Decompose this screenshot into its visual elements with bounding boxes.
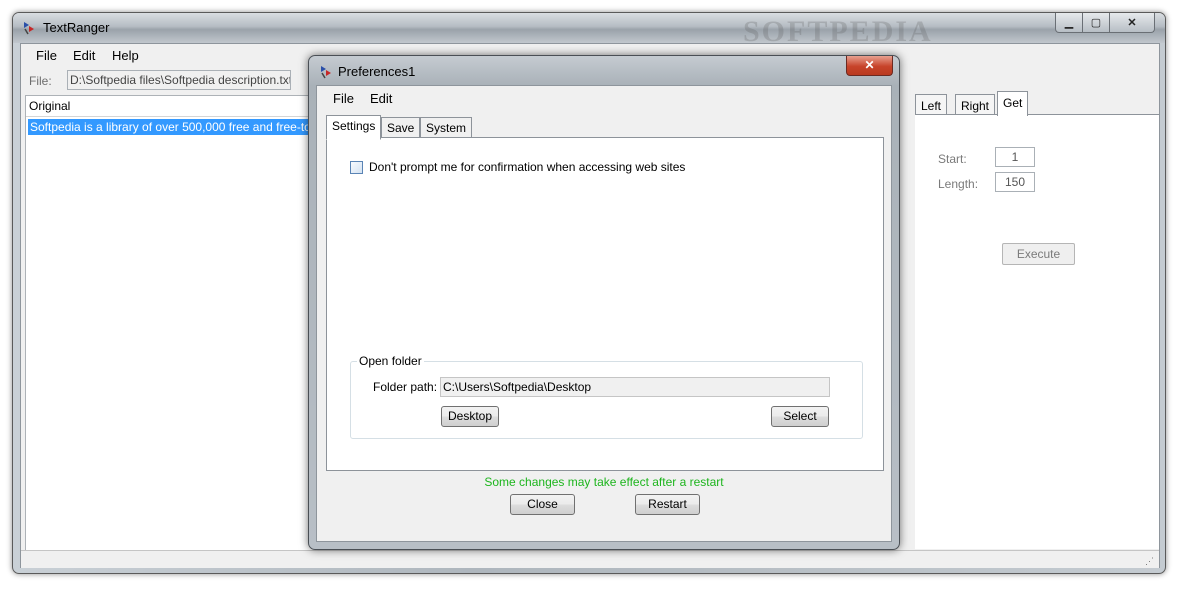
open-folder-legend: Open folder <box>357 354 424 368</box>
restart-note: Some changes may take effect after a res… <box>484 475 724 489</box>
menu-file[interactable]: File <box>36 48 57 63</box>
desktop-button[interactable]: Desktop <box>441 406 499 427</box>
tab-left-label: Left <box>921 99 942 113</box>
maximize-icon: ▢ <box>1090 17 1102 29</box>
app-icon <box>321 66 331 79</box>
folder-path-label: Folder path: <box>373 380 438 394</box>
resize-grip-icon[interactable]: ⋰ <box>1145 556 1155 566</box>
minimize-icon: ▁ <box>1064 17 1074 29</box>
close-icon: ✕ <box>864 58 875 72</box>
dialog-client-area: File Edit Settings Save System Don't pro… <box>316 85 892 542</box>
tab-get-label: Get <box>1003 96 1023 110</box>
start-label: Start: <box>938 152 967 166</box>
maximize-button[interactable]: ▢ <box>1082 13 1110 33</box>
close-window-button[interactable]: ✕ <box>1109 13 1155 33</box>
file-label: File: <box>29 74 52 88</box>
prompt-checkbox-label[interactable]: Don't prompt me for confirmation when ac… <box>369 160 685 174</box>
prompt-checkbox[interactable] <box>350 161 363 174</box>
select-button[interactable]: Select <box>771 406 829 427</box>
open-folder-group: Open folder Folder path: C:\Users\Softpe… <box>350 354 863 439</box>
length-input[interactable]: 150 <box>995 172 1035 192</box>
tab-right-label: Right <box>961 99 990 113</box>
pref-menu-edit[interactable]: Edit <box>370 91 392 106</box>
tab-settings[interactable]: Settings <box>326 115 382 140</box>
start-input[interactable]: 1 <box>995 147 1035 167</box>
original-text-line[interactable]: Softpedia is a library of over 500,000 f… <box>28 119 322 135</box>
pref-menu-file[interactable]: File <box>333 91 354 106</box>
minimize-button[interactable]: ▁ <box>1055 13 1083 33</box>
tab-get[interactable]: Get <box>997 91 1029 116</box>
tab-system-label: System <box>426 121 467 135</box>
status-bar: ⋰ <box>21 550 1159 568</box>
tab-save[interactable]: Save <box>381 117 421 138</box>
length-label: Length: <box>938 177 979 191</box>
original-header: Original <box>26 96 325 117</box>
tab-settings-label: Settings <box>332 119 376 133</box>
close-button[interactable]: Close <box>510 494 575 515</box>
settings-tab-page: Don't prompt me for confirmation when ac… <box>326 137 884 471</box>
folder-path-field[interactable]: C:\Users\Softpedia\Desktop <box>440 377 830 397</box>
window-title: TextRanger <box>43 20 110 35</box>
app-icon <box>24 22 34 35</box>
menu-help[interactable]: Help <box>112 48 139 63</box>
tab-system[interactable]: System <box>420 117 473 138</box>
restart-button[interactable]: Restart <box>635 494 700 515</box>
main-title-bar[interactable]: SOFTPEDIA TextRanger ▁ ▢ ✕ <box>13 13 1165 48</box>
tab-save-label: Save <box>387 121 415 135</box>
dialog-title: Preferences1 <box>338 64 416 79</box>
preferences-dialog: Preferences1 ✕ File Edit Settings Save S… <box>308 55 900 550</box>
tab-right[interactable]: Right <box>955 94 996 115</box>
original-text-panel[interactable]: Original Softpedia is a library of over … <box>25 95 325 552</box>
menu-edit[interactable]: Edit <box>73 48 95 63</box>
close-icon: ✕ <box>1127 17 1137 29</box>
tab-left[interactable]: Left <box>915 94 948 115</box>
dialog-close-button[interactable]: ✕ <box>846 56 893 76</box>
file-path-field[interactable]: D:\Softpedia files\Softpedia description… <box>67 70 291 90</box>
execute-button[interactable]: Execute <box>1002 243 1075 265</box>
